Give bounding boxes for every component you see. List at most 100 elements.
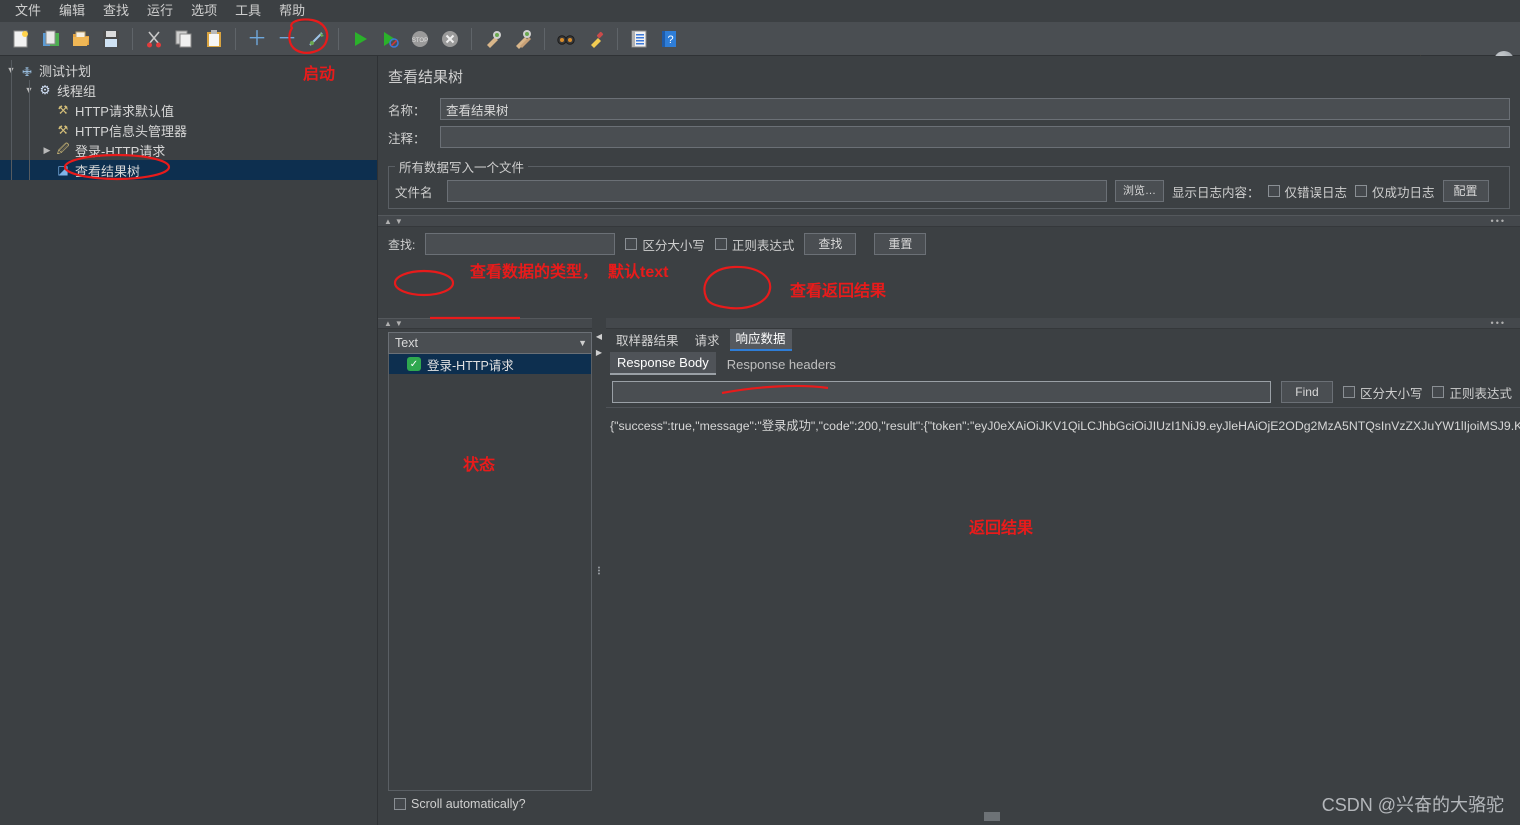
- response-case-sensitive-checkbox[interactable]: 区分大小写: [1342, 383, 1422, 402]
- toolbar-separator: [132, 27, 133, 50]
- tree-node-4[interactable]: ▶ 🖉 登录-HTTP请求: [0, 140, 377, 160]
- config-element-icon: ⚒: [57, 103, 69, 117]
- response-regex-box[interactable]: [1432, 386, 1445, 398]
- find-button-cn[interactable]: 查找: [804, 233, 857, 255]
- toggle-enable-icon[interactable]: [304, 26, 330, 52]
- menu-item-search[interactable]: 查找: [94, 1, 138, 21]
- search-input[interactable]: [425, 233, 616, 255]
- save-icon[interactable]: [98, 26, 124, 52]
- new-icon[interactable]: [8, 26, 34, 52]
- results-vertical-divider[interactable]: ◀ ▶ • • •: [592, 318, 606, 825]
- scroll-automatically-checkbox[interactable]: Scroll automatically?: [394, 797, 526, 811]
- divider-left-arrow-icon[interactable]: ◀: [596, 332, 602, 341]
- tab-sampler-result[interactable]: 取样器结果: [610, 328, 685, 351]
- comment-row: 注释：: [378, 123, 1520, 151]
- tab-request[interactable]: 请求: [689, 328, 726, 351]
- lower-split-arrows[interactable]: ▲▼: [378, 319, 406, 328]
- menu-item-help[interactable]: 帮助: [270, 1, 314, 21]
- divider-grip-icon[interactable]: • • •: [598, 565, 600, 578]
- render-type-select[interactable]: Text ▼: [388, 332, 592, 354]
- response-find-button[interactable]: Find: [1280, 381, 1333, 403]
- reset-button[interactable]: 重置: [874, 233, 927, 255]
- lower-split-bar[interactable]: ▲▼: [378, 318, 602, 329]
- menu-item-file[interactable]: 文件: [6, 1, 50, 21]
- browse-button[interactable]: 浏览…: [1115, 180, 1164, 202]
- stop-icon[interactable]: STOP: [407, 26, 433, 52]
- open-icon[interactable]: [68, 26, 94, 52]
- response-split-dots[interactable]: •••: [1491, 318, 1506, 328]
- search-case-sensitive-checkbox[interactable]: 区分大小写: [625, 235, 705, 254]
- horizontal-scrollbar-thumb[interactable]: [984, 812, 1000, 821]
- success-only-box[interactable]: [1355, 185, 1368, 197]
- cut-icon[interactable]: [141, 26, 167, 52]
- response-find-input[interactable]: [612, 381, 1271, 403]
- templates-icon[interactable]: [38, 26, 64, 52]
- start-icon[interactable]: [347, 26, 373, 52]
- name-input[interactable]: [440, 98, 1510, 120]
- tree-node-0[interactable]: ▼🜋测试计划: [0, 60, 377, 80]
- filename-input[interactable]: [447, 180, 1107, 202]
- split-collapse-arrows[interactable]: ▲▼: [378, 217, 406, 226]
- split-handle-dots[interactable]: •••: [1491, 216, 1506, 226]
- tree-node-1[interactable]: ▼⚙线程组: [0, 80, 377, 100]
- tab-response-body[interactable]: Response Body: [610, 352, 716, 375]
- divider-right-arrow-icon[interactable]: ▶: [596, 348, 602, 357]
- toolbar: ＋ － STOP ?: [0, 22, 1520, 71]
- menu-bar: 文件 编辑 查找 运行 选项 工具 帮助: [0, 0, 1520, 22]
- search-regex-box[interactable]: [714, 238, 727, 250]
- response-case-sensitive-box[interactable]: [1342, 386, 1355, 398]
- tab-response-headers[interactable]: Response headers: [720, 354, 843, 375]
- paste-icon[interactable]: [201, 26, 227, 52]
- response-regex-label: 正则表达式: [1449, 386, 1512, 401]
- shutdown-icon[interactable]: [437, 26, 463, 52]
- reset-search-icon[interactable]: [583, 26, 609, 52]
- test-plan-tree[interactable]: ▼🜋测试计划▼⚙线程组⚒HTTP请求默认值⚒HTTP信息头管理器▶🖉登录-HTT…: [0, 56, 378, 825]
- tree-node-5[interactable]: ◪ 查看结果树: [0, 160, 377, 180]
- response-body-tabs[interactable]: Response Body Response headers: [606, 351, 1520, 375]
- menu-item-tools[interactable]: 工具: [226, 1, 270, 21]
- chevron-down-icon[interactable]: ▼: [578, 338, 587, 348]
- errors-only-box[interactable]: [1267, 185, 1280, 197]
- tree-node-label: 测试计划: [39, 63, 92, 79]
- help-icon[interactable]: ?: [656, 26, 682, 52]
- list-item[interactable]: ✓ 登录-HTTP请求: [389, 354, 591, 374]
- errors-only-checkbox[interactable]: 仅错误日志: [1267, 182, 1347, 201]
- result-tabs[interactable]: 取样器结果 请求 响应数据: [606, 326, 1520, 351]
- expand-all-icon[interactable]: ＋: [244, 26, 270, 52]
- jmeter-window: 文件 编辑 查找 运行 选项 工具 帮助 ＋ － STOP ? 🜋 测试计划 ⚙…: [0, 0, 1520, 825]
- collapse-all-icon[interactable]: －: [274, 26, 300, 52]
- tree-node-label: 登录-HTTP请求: [75, 143, 166, 159]
- start-no-pauses-icon[interactable]: [377, 26, 403, 52]
- tree-search-row: 查找: 区分大小写 正则表达式 查找 重置: [378, 227, 1520, 261]
- copy-icon[interactable]: [171, 26, 197, 52]
- clear-all-icon[interactable]: [510, 26, 536, 52]
- tree-node-3[interactable]: ⚒ HTTP信息头管理器: [0, 120, 377, 140]
- configure-button[interactable]: 配置: [1442, 180, 1489, 202]
- response-body-text[interactable]: {"success":true,"message":"登录成功","code":…: [606, 407, 1520, 825]
- response-regex-checkbox[interactable]: 正则表达式: [1432, 383, 1512, 402]
- comment-input[interactable]: [440, 126, 1510, 148]
- filename-label: 文件名: [395, 185, 433, 200]
- view-results-tree-editor: 查看结果树 名称： 注释： 所有数据写入一个文件 文件名 浏览… 显示日志内容：…: [378, 56, 1520, 825]
- response-area: ••• 取样器结果 请求 响应数据 Response Body Response…: [606, 318, 1520, 825]
- search-icon[interactable]: [553, 26, 579, 52]
- menu-item-edit[interactable]: 编辑: [50, 1, 94, 21]
- response-split-bar[interactable]: •••: [606, 318, 1520, 329]
- search-regex-checkbox[interactable]: 正则表达式: [714, 235, 794, 254]
- log-display-label: 显示日志内容：: [1172, 185, 1260, 200]
- menu-item-run[interactable]: 运行: [138, 1, 182, 21]
- name-label: 名称：: [388, 103, 426, 118]
- menu-item-options[interactable]: 选项: [182, 1, 226, 21]
- function-helper-icon[interactable]: [626, 26, 652, 52]
- response-find-row: Find 区分大小写 正则表达式: [606, 375, 1520, 407]
- chevron-right-icon[interactable]: ▶: [40, 145, 54, 156]
- upper-split-bar[interactable]: ▲▼ •••: [378, 215, 1520, 227]
- sampler-result-list[interactable]: ✓ 登录-HTTP请求: [388, 354, 592, 791]
- scroll-automatically-box[interactable]: [394, 798, 406, 810]
- tab-response-data[interactable]: 响应数据: [729, 326, 792, 351]
- thread-group-icon: ⚙: [39, 83, 51, 97]
- search-case-sensitive-box[interactable]: [625, 238, 638, 250]
- tree-node-2[interactable]: ⚒ HTTP请求默认值: [0, 100, 377, 120]
- success-only-checkbox[interactable]: 仅成功日志: [1355, 182, 1435, 201]
- clear-icon[interactable]: [480, 26, 506, 52]
